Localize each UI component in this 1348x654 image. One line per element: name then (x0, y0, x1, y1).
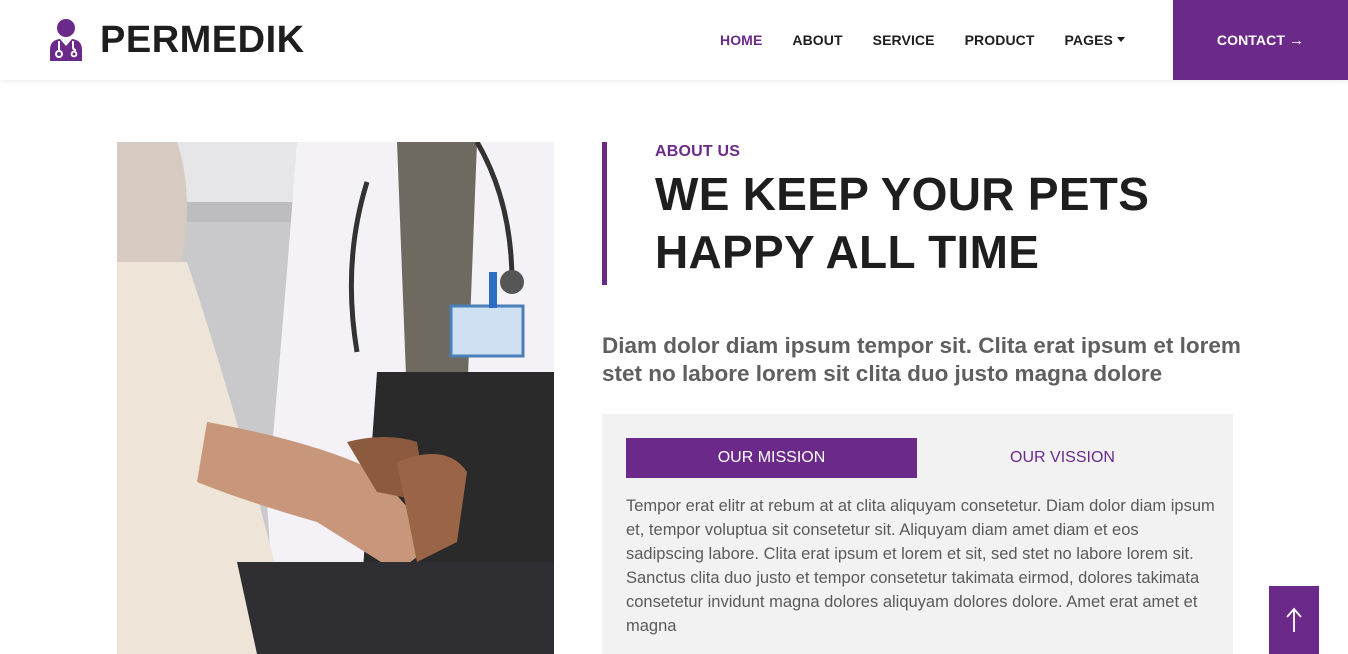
back-to-top-button[interactable] (1269, 586, 1319, 654)
main-nav: HOME ABOUT SERVICE PRODUCT PAGES (690, 0, 1125, 80)
doctor-icon (48, 19, 84, 61)
contact-button[interactable]: CONTACT → (1173, 0, 1348, 80)
navbar: PERMEDIK HOME ABOUT SERVICE PRODUCT PAGE… (0, 0, 1348, 80)
caret-down-icon (1117, 36, 1125, 42)
about-image (117, 142, 554, 654)
lead-text: Diam dolor diam ipsum tempor sit. Clita … (602, 333, 1241, 386)
arrow-up-icon (1286, 607, 1302, 632)
section-eyebrow: ABOUT US (655, 143, 741, 160)
nav-pages-dropdown[interactable]: PAGES (1065, 32, 1125, 48)
tab-content-text: Tempor erat elitr at rebum at at clita a… (626, 497, 1215, 635)
headline-line-1: WE KEEP YOUR PETS (655, 168, 1150, 220)
contact-label: CONTACT (1216, 32, 1285, 48)
nav-product[interactable]: PRODUCT (965, 32, 1035, 48)
nav-service[interactable]: SERVICE (873, 32, 935, 48)
section-headline: WE KEEP YOUR PETS HAPPY ALL TIME (655, 165, 1234, 281)
about-section: ABOUT US WE KEEP YOUR PETS HAPPY ALL TIM… (602, 142, 1234, 285)
arrow-right-icon: → (1289, 31, 1305, 49)
tab-our-mission[interactable]: OUR MISSION (626, 438, 917, 478)
nav-pages-label: PAGES (1064, 32, 1113, 48)
brand-name: PERMEDIK (100, 19, 305, 61)
nav-about[interactable]: ABOUT (792, 32, 842, 48)
nav-home[interactable]: HOME (720, 32, 762, 48)
title-block: ABOUT US WE KEEP YOUR PETS HAPPY ALL TIM… (602, 142, 1234, 285)
brand-logo[interactable]: PERMEDIK (48, 18, 305, 62)
headline-line-2: HAPPY ALL TIME (655, 226, 1040, 278)
tab-our-vission[interactable]: OUR VISSION (917, 438, 1208, 478)
tab-panel: OUR MISSION OUR VISSION Tempor erat elit… (602, 414, 1233, 654)
tab-list: OUR MISSION OUR VISSION (626, 438, 1209, 478)
